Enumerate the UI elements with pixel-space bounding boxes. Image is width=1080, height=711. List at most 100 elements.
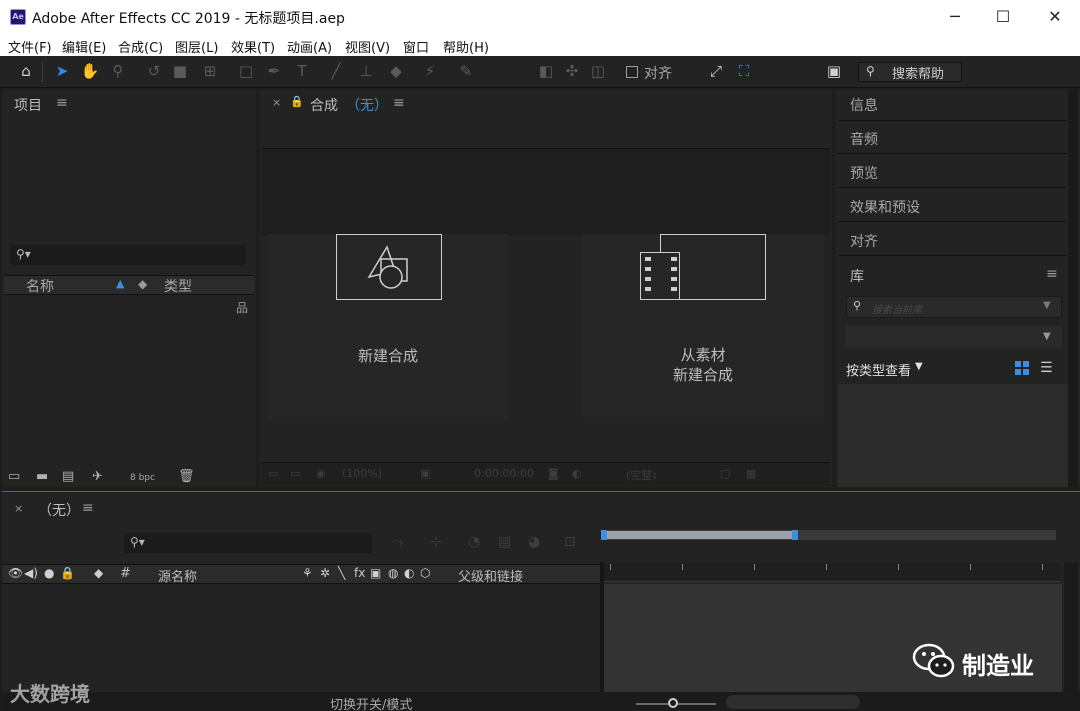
lock-icon[interactable]: 🔒 [290, 95, 304, 108]
world-axis-icon[interactable]: ✣ [562, 61, 582, 81]
work-area-end-handle[interactable] [792, 530, 798, 540]
minimize-button[interactable]: ─ [930, 0, 980, 34]
chevron-down-icon[interactable]: ▼ [1043, 300, 1051, 311]
puppet-pin-icon[interactable]: ✎ [456, 61, 476, 81]
snap-options-icon[interactable]: ⛶ [734, 61, 754, 81]
fx-icon[interactable]: fx [354, 566, 365, 580]
project-menu-icon[interactable]: ≡ [56, 95, 68, 111]
caret-down-icon[interactable]: ▼ [915, 361, 923, 372]
local-axis-icon[interactable]: ◧ [536, 61, 556, 81]
clone-stamp-icon[interactable]: ⊥ [356, 61, 376, 81]
transparency-grid-icon[interactable]: ▦ [746, 467, 756, 480]
brush-tool-icon[interactable]: ╱ [326, 61, 346, 81]
show-channel-icon[interactable]: ◐ [572, 467, 582, 480]
home-icon[interactable]: ⌂ [16, 61, 36, 81]
grid-view-icon[interactable] [1015, 361, 1029, 375]
region-of-interest-icon[interactable]: ▢ [720, 467, 730, 480]
close-button[interactable]: ✕ [1030, 0, 1080, 34]
work-area-bar[interactable] [604, 531, 798, 539]
project-search-input[interactable] [10, 245, 246, 265]
time-ruler[interactable] [604, 562, 1060, 582]
view-by-type-dropdown[interactable]: 按类型查看 [846, 360, 911, 379]
interpret-footage-icon[interactable]: ▭ [8, 469, 20, 484]
frame-blend-icon[interactable]: ▣ [370, 566, 381, 580]
type-tool-icon[interactable]: T [292, 61, 312, 81]
selection-tool-icon[interactable]: ➤ [52, 61, 72, 81]
pen-tool-icon[interactable]: ✒ [264, 61, 284, 81]
column-type[interactable]: 类型 [164, 276, 192, 296]
quality-icon[interactable]: ╲ [338, 566, 345, 580]
toggle-switches-modes-button[interactable]: 切换开关/模式 [330, 694, 412, 711]
3d-layer-icon[interactable]: ⬡ [420, 566, 430, 580]
work-area-start-handle[interactable] [601, 530, 607, 540]
label-tag-icon[interactable]: ◆ [94, 566, 103, 580]
menu-effect[interactable]: 效果(T) [231, 37, 275, 56]
menu-edit[interactable]: 编辑(E) [62, 37, 106, 56]
frame-blending-icon[interactable]: ▤ [498, 534, 511, 550]
sort-ascending-icon[interactable]: ▲ [116, 277, 124, 290]
current-time[interactable]: 0:00:00:00 [474, 467, 534, 480]
magnification-dropdown[interactable]: (100%) [342, 467, 382, 480]
pan-behind-icon[interactable]: ⊞ [200, 61, 220, 81]
menu-window[interactable]: 窗口 [403, 37, 429, 56]
adjustment-icon[interactable]: ◐ [404, 566, 414, 580]
zoom-tool-icon[interactable]: ⚲ [108, 61, 128, 81]
library-title[interactable]: 库 [850, 266, 864, 286]
bit-depth-label[interactable]: 8 bpc [130, 473, 155, 483]
roto-brush-icon[interactable]: ⚡ [420, 61, 440, 81]
column-source-name[interactable]: 源名称 [158, 566, 197, 585]
composition-menu-icon[interactable]: ≡ [393, 95, 405, 111]
zoom-slider-knob[interactable] [668, 698, 678, 708]
close-icon[interactable]: × [272, 96, 281, 109]
monitor-icon[interactable]: ▭ [290, 467, 300, 480]
trash-icon[interactable]: 🗑 [178, 469, 195, 484]
chevron-down-icon[interactable]: ▼ [1043, 331, 1051, 342]
hand-tool-icon[interactable]: ✋ [80, 61, 100, 81]
rotation-tool-icon[interactable]: ↺ [144, 61, 164, 81]
menu-composition[interactable]: 合成(C) [118, 37, 163, 56]
timeline-horizontal-scrollbar[interactable] [726, 695, 860, 709]
label-tag-icon[interactable]: ◆ [138, 277, 147, 291]
audio-icon[interactable]: ◀) [24, 566, 38, 580]
library-select-dropdown[interactable] [846, 326, 1062, 348]
timeline-tab-title[interactable]: （无） [38, 500, 80, 520]
eraser-tool-icon[interactable]: ◆ [386, 61, 406, 81]
close-icon[interactable]: × [14, 502, 23, 515]
snap-checkbox[interactable] [626, 66, 638, 78]
draft-3d-icon[interactable]: ⊹ [430, 534, 442, 550]
new-folder-icon[interactable]: ▬ [36, 469, 48, 484]
menu-file[interactable]: 文件(F) [8, 37, 52, 56]
lock-icon[interactable]: 🔒 [60, 566, 75, 580]
shy-icon[interactable]: ⚘ [302, 566, 313, 580]
list-view-icon[interactable]: ☰ [1040, 360, 1053, 376]
right-panel-scrollbar[interactable] [1068, 89, 1078, 487]
timeline-search-input[interactable] [124, 533, 372, 553]
new-composition-icon[interactable]: ▤ [62, 469, 74, 484]
eye-icon[interactable]: 👁 [8, 566, 23, 580]
menu-animation[interactable]: 动画(A) [287, 37, 332, 56]
always-preview-icon[interactable]: ▭ [268, 467, 278, 480]
column-parent-link[interactable]: 父级和链接 [458, 566, 523, 585]
mask-icon[interactable]: ◉ [316, 467, 326, 480]
grid-overlay-icon[interactable]: ▣ [420, 467, 430, 480]
snapshot-icon[interactable]: ◙ [548, 467, 559, 480]
graph-editor-icon[interactable]: ⊡ [564, 534, 576, 550]
render-queue-icon[interactable]: ✈ [92, 469, 103, 484]
timeline-menu-icon[interactable]: ≡ [82, 500, 94, 516]
flowchart-icon[interactable]: 品 [236, 299, 248, 316]
comp-mini-flowchart-icon[interactable]: ⤳ [392, 534, 403, 550]
motion-blur-icon[interactable]: ◍ [388, 566, 398, 580]
composition-tab-title[interactable]: 合成 [310, 95, 338, 115]
collapse-icon[interactable]: ✲ [320, 566, 330, 580]
menu-help[interactable]: 帮助(H) [443, 37, 489, 56]
timeline-scrollbar[interactable] [1064, 562, 1078, 692]
project-panel-title[interactable]: 项目 [14, 95, 42, 115]
camera-tool-icon[interactable]: ■ [170, 61, 190, 81]
motion-blur-icon[interactable]: ◕ [528, 534, 540, 550]
column-name[interactable]: 名称 [26, 276, 54, 296]
solo-icon[interactable]: ● [44, 566, 54, 580]
menu-layer[interactable]: 图层(L) [175, 37, 218, 56]
library-menu-icon[interactable]: ≡ [1046, 266, 1058, 282]
hide-shy-layers-icon[interactable]: ◔ [468, 534, 480, 550]
workspace-icon[interactable]: ▣ [824, 61, 844, 81]
